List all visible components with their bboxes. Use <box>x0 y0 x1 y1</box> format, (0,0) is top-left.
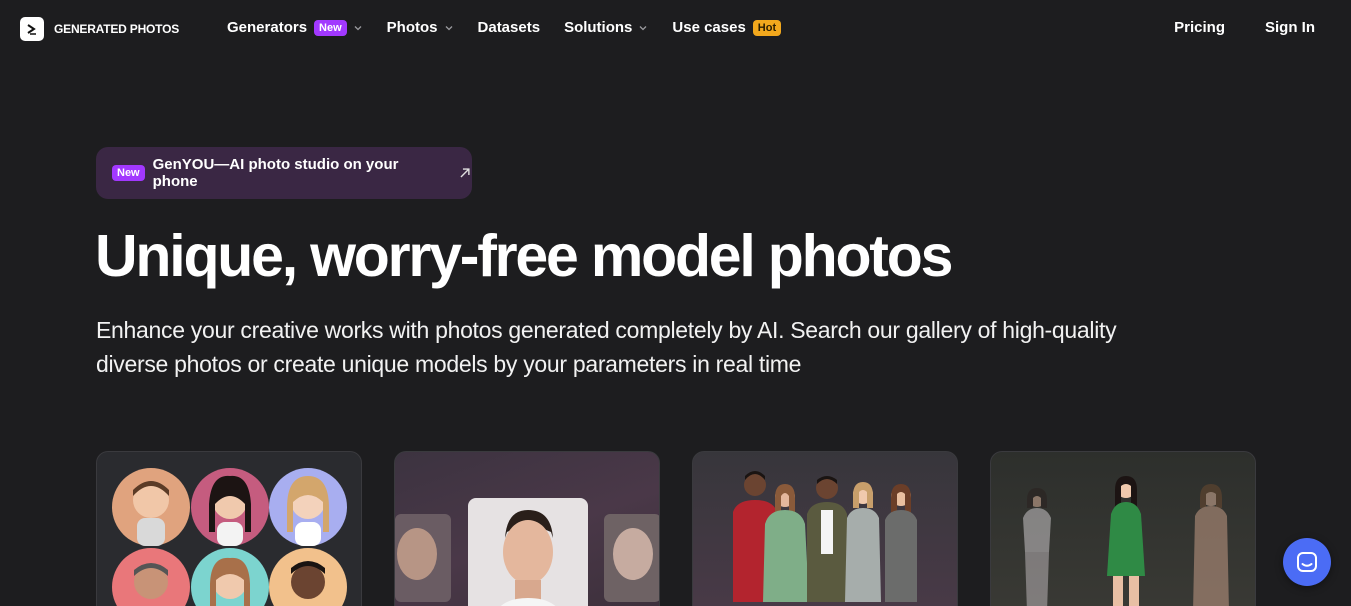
nav-datasets[interactable]: Datasets <box>478 19 541 36</box>
brand-name: GENERATED PHOTOS <box>54 22 180 36</box>
new-badge: New <box>112 165 145 181</box>
chevron-down-icon <box>354 25 362 30</box>
chevron-down-icon <box>445 25 452 30</box>
sign-in-link[interactable]: Sign In <box>1265 19 1315 36</box>
human-generator-card[interactable] <box>990 451 1256 606</box>
hero-subtitle: Enhance your creative works with photos … <box>96 317 1117 377</box>
genyou-promo-banner[interactable]: New GenYOU—AI photo studio on your phone <box>96 147 472 199</box>
nav-solutions-label: Solutions <box>564 19 633 36</box>
nav-use-cases[interactable]: Use cases Hot <box>672 19 782 36</box>
pricing-link[interactable]: Pricing <box>1174 19 1225 36</box>
nav-datasets-label: Datasets <box>477 19 541 36</box>
nav-generators-label: Generators <box>227 19 308 36</box>
nav-use-cases-label: Use cases <box>672 19 746 36</box>
promo-text: GenYOU—AI photo studio on your phone <box>152 156 399 190</box>
face-generator-card[interactable] <box>394 451 660 606</box>
body-variations-image <box>1023 476 1229 606</box>
chat-widget-button[interactable] <box>1283 538 1331 586</box>
chat-icon <box>1297 552 1317 572</box>
brand-logo[interactable]: GENERATED PHOTOS <box>20 17 179 41</box>
chevron-down-icon <box>639 25 647 30</box>
nav-photos-label: Photos <box>386 19 438 36</box>
external-arrow-icon <box>460 168 470 178</box>
nav-photos[interactable]: Photos <box>387 19 454 36</box>
faces-generator-card[interactable] <box>96 451 362 606</box>
nav-solutions[interactable]: Solutions <box>564 19 648 36</box>
logo-icon <box>20 17 44 41</box>
top-nav: GENERATED PHOTOS Generators New Photos D… <box>0 0 1351 58</box>
portrait-image <box>395 498 659 606</box>
account-menu: Pricing Sign In <box>1174 19 1315 36</box>
full-body-generator-card[interactable] <box>692 451 958 606</box>
main-menu: Generators New Photos Datasets Solutions… <box>227 19 805 36</box>
hot-badge: Hot <box>752 19 782 36</box>
nav-generators[interactable]: Generators New <box>227 19 363 36</box>
hero-title: Unique, worry-free model photos <box>95 223 953 289</box>
face-grid-image <box>112 468 347 606</box>
group-photo-image <box>733 471 917 602</box>
new-badge: New <box>314 19 347 36</box>
